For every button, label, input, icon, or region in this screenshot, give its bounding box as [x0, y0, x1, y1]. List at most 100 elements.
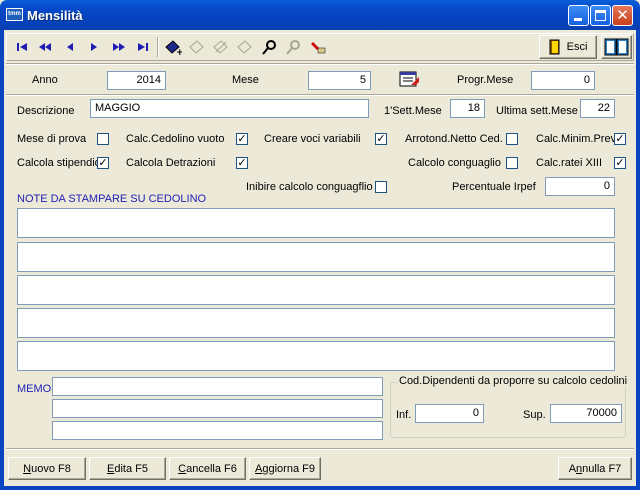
sup-field[interactable]: 70000	[550, 404, 622, 423]
first-record-icon	[17, 43, 27, 51]
anno-field[interactable]: 2014	[107, 71, 166, 90]
mese-label: Mese	[232, 74, 259, 86]
search-button[interactable]	[259, 36, 281, 58]
ultima-sett-label: Ultima sett.Mese	[496, 105, 578, 117]
annulla-label: Annulla F7	[568, 462, 622, 475]
sett-mese-label: 1'Sett.Mese	[384, 105, 442, 117]
conguaglio-label: Calcolo conguaglio	[408, 157, 501, 169]
save-record-button[interactable]	[234, 36, 256, 58]
prev-page-icon	[38, 43, 51, 51]
title-bar[interactable]: tmm Mensilità ✕	[0, 0, 640, 30]
exit-label: Esci	[566, 41, 588, 53]
clear-search-icon	[286, 40, 300, 55]
arrotond-checkbox[interactable]	[506, 133, 518, 145]
ratei-label: Calc.ratei XIII	[536, 157, 603, 169]
cedolino-vuoto-checkbox[interactable]: ✓	[236, 133, 248, 145]
calendar-icon	[399, 71, 419, 87]
detrazioni-label: Calcola Detrazioni	[126, 157, 216, 169]
divider	[6, 448, 634, 450]
descrizione-field[interactable]: MAGGIO	[90, 99, 369, 118]
ratei-checkbox[interactable]: ✓	[614, 157, 626, 169]
edita-button[interactable]: Edita F5	[89, 457, 166, 480]
add-record-button[interactable]: +	[162, 36, 184, 58]
app-icon[interactable]: tmm	[6, 8, 23, 21]
exit-door-icon	[549, 39, 560, 55]
irpef-label: Percentuale Irpef	[452, 181, 536, 193]
search-icon	[262, 40, 276, 55]
cancella-label: Cancella F6	[178, 462, 237, 475]
mese-field[interactable]: 5	[308, 71, 371, 90]
progr-mese-field[interactable]: 0	[531, 71, 595, 90]
stipendio-label: Calcola stipendio	[17, 157, 101, 169]
minim-prev-label: Calc.Minim.Prev.	[536, 133, 619, 145]
book-icon	[604, 38, 628, 56]
notes-title: NOTE DA STAMPARE SU CEDOLINO	[17, 193, 207, 205]
note-line-1[interactable]	[17, 208, 615, 238]
voci-variabili-checkbox[interactable]: ✓	[375, 133, 387, 145]
dipendenti-group-title: Cod.Dipendenti da proporre su calcolo ce…	[397, 375, 630, 387]
minimize-button[interactable]	[568, 5, 589, 26]
progr-mese-label: Progr.Mese	[457, 74, 514, 86]
maximize-icon	[595, 10, 606, 21]
memo-line-3[interactable]	[52, 421, 383, 440]
prev-page-button[interactable]	[34, 36, 56, 58]
note-line-5[interactable]	[17, 341, 615, 371]
edita-label: Edita F5	[107, 462, 148, 475]
close-icon: ✕	[616, 7, 629, 24]
stipendio-checkbox[interactable]: ✓	[97, 157, 109, 169]
minim-prev-checkbox[interactable]: ✓	[614, 133, 626, 145]
memo-line-1[interactable]	[52, 377, 383, 396]
divider	[6, 63, 634, 65]
irpef-field[interactable]: 0	[545, 177, 615, 196]
next-page-button[interactable]	[107, 36, 129, 58]
filter-button[interactable]	[308, 36, 330, 58]
last-record-icon	[138, 43, 148, 51]
delete-record-button[interactable]	[210, 36, 232, 58]
svg-text:+: +	[176, 48, 182, 55]
book-button[interactable]	[601, 35, 632, 59]
inibire-checkbox[interactable]	[375, 181, 387, 193]
descrizione-label: Descrizione	[17, 105, 75, 117]
conguaglio-checkbox[interactable]	[506, 157, 518, 169]
next-record-button[interactable]	[83, 36, 105, 58]
prev-record-icon	[67, 43, 73, 51]
toolbar-separator	[157, 37, 159, 57]
detrazioni-checkbox[interactable]: ✓	[236, 157, 248, 169]
edit-record-icon	[189, 40, 204, 54]
inf-field[interactable]: 0	[415, 404, 484, 423]
next-record-icon	[91, 43, 97, 51]
aggiorna-label: Aggiorna F9	[255, 462, 315, 475]
calendar-button[interactable]	[397, 68, 421, 90]
annulla-button[interactable]: Annulla F7	[558, 457, 632, 480]
memo-line-2[interactable]	[52, 399, 383, 418]
ultima-sett-field[interactable]: 22	[580, 99, 615, 118]
clear-search-button[interactable]	[283, 36, 305, 58]
arrotond-label: Arrotond.Netto Ced.	[405, 133, 503, 145]
cancella-button[interactable]: Cancella F6	[169, 457, 246, 480]
aggiorna-button[interactable]: Aggiorna F9	[249, 457, 321, 480]
cedolino-vuoto-label: Calc.Cedolino vuoto	[126, 133, 225, 145]
sup-label: Sup.	[523, 409, 546, 421]
mese-prova-label: Mese di prova	[17, 133, 87, 145]
sett-mese-field[interactable]: 18	[450, 99, 485, 118]
voci-variabili-label: Creare voci variabili	[264, 133, 361, 145]
note-line-4[interactable]	[17, 308, 615, 338]
nuovo-button[interactable]: Nuovo F8	[8, 457, 86, 480]
delete-record-icon	[213, 40, 228, 54]
last-record-button[interactable]	[132, 36, 154, 58]
inibire-label: Inibire calcolo conguagflio	[246, 181, 373, 193]
maximize-button[interactable]	[590, 5, 611, 26]
window-title: Mensilità	[27, 8, 83, 23]
filter-icon	[311, 42, 326, 54]
first-record-button[interactable]	[11, 36, 33, 58]
exit-button[interactable]: Esci	[539, 35, 597, 59]
note-line-3[interactable]	[17, 275, 615, 305]
close-button[interactable]: ✕	[612, 5, 633, 26]
prev-record-button[interactable]	[59, 36, 81, 58]
note-line-2[interactable]	[17, 242, 615, 272]
add-record-icon: +	[165, 40, 182, 55]
memo-label: MEMO	[17, 383, 52, 395]
nuovo-label: Nuovo F8	[23, 462, 71, 475]
edit-record-button[interactable]	[186, 36, 208, 58]
mese-prova-checkbox[interactable]	[97, 133, 109, 145]
